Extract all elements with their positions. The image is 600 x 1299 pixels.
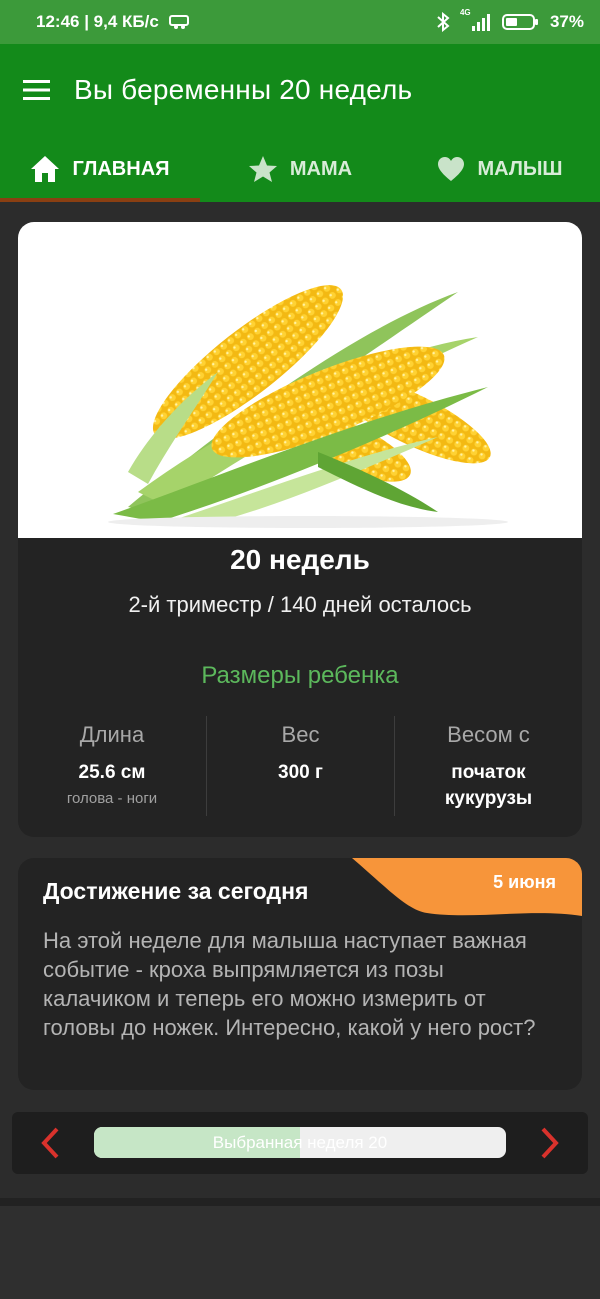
tab-main-label: ГЛАВНАЯ (72, 157, 170, 180)
stat-label: Длина (79, 722, 145, 747)
next-week-button[interactable] (520, 1112, 580, 1174)
corn-image (18, 222, 582, 538)
cast-icon (168, 14, 191, 30)
selected-week-label: Выбранная неделя 20 (212, 1132, 388, 1152)
tab-mom[interactable]: МАМА (200, 136, 400, 202)
tab-baby-label: МАЛЫШ (477, 157, 563, 180)
stat-value: 300 г (278, 762, 323, 783)
previous-week-button[interactable] (20, 1112, 80, 1174)
tab-mom-label: МАМА (289, 157, 353, 180)
stat-value: початок кукурузы (444, 762, 533, 809)
stat-comparison: Весом с початок кукурузы (394, 716, 582, 816)
hamburger-icon (23, 80, 50, 100)
baby-sizes-title: Размеры ребенка (201, 662, 399, 689)
tab-bar: ГЛАВНАЯ МАМА МАЛЫШ (0, 136, 600, 202)
active-tab-indicator (0, 198, 200, 202)
week-progress-bar[interactable]: Выбранная неделя 20 (94, 1127, 506, 1158)
chevron-right-icon (541, 1127, 559, 1159)
signal-icon: 4G (460, 8, 492, 32)
bluetooth-icon (436, 12, 450, 32)
bottom-area (0, 1206, 600, 1299)
status-bar: 12:46 | 9,4 КБ/с 4G 37% (0, 0, 600, 44)
baby-stats: Длина 25.6 см голова - ноги Вес 300 г Ве… (18, 716, 582, 816)
stat-label: Вес (281, 722, 320, 747)
stat-label: Весом с (447, 722, 530, 747)
stat-value: 25.6 см (78, 762, 146, 783)
week-selector: Выбранная неделя 20 (12, 1112, 588, 1174)
trimester-subtitle: 2-й триместр / 140 дней осталось (128, 592, 472, 617)
app-bar: Вы беременны 20 недель (0, 44, 600, 136)
week-title: 20 недель (230, 544, 370, 575)
tab-main[interactable]: ГЛАВНАЯ (0, 136, 200, 202)
battery-icon (501, 12, 540, 32)
home-icon (31, 156, 60, 182)
stat-note: голова - ноги (66, 790, 158, 807)
battery-percent: 37% (549, 12, 584, 31)
status-time-speed: 12:46 | 9,4 КБ/с (36, 12, 159, 31)
heart-icon (438, 157, 465, 181)
chevron-left-icon (41, 1127, 59, 1159)
achievement-text: На этой неделе для малыша наступает важн… (43, 928, 536, 1040)
stat-length: Длина 25.6 см голова - ноги (18, 716, 206, 816)
achievement-card: 5 июня Достижение за сегодня На этой нед… (18, 858, 582, 1090)
date-badge: 5 июня (493, 872, 556, 892)
stat-weight: Вес 300 г (206, 716, 394, 816)
achievement-title: Достижение за сегодня (43, 878, 309, 904)
star-icon (248, 156, 277, 182)
week-info-card: 20 недель 2-й триместр / 140 дней остало… (18, 222, 582, 837)
network-type: 4G (459, 8, 471, 17)
menu-button[interactable] (0, 44, 74, 136)
page-title: Вы беременны 20 недель (74, 74, 413, 105)
tab-baby[interactable]: МАЛЫШ (400, 136, 600, 202)
divider (0, 1198, 600, 1206)
